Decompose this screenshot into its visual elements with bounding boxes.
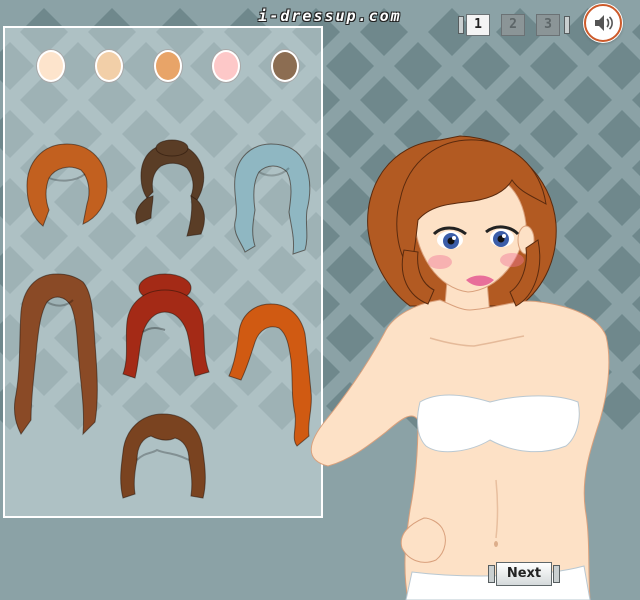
skin-tone-swatch[interactable] [37, 50, 65, 82]
skin-tone-swatch[interactable] [95, 50, 123, 82]
page-tab-2[interactable]: 2 [501, 14, 525, 36]
next-button[interactable]: Next [488, 562, 560, 586]
page-tab-3[interactable]: 3 [536, 14, 560, 36]
game-stage: i-dressup.com 1 2 3 Next [0, 0, 640, 600]
hairstyle-option-red-updo[interactable] [115, 270, 215, 394]
hairstyle-option-long-straight-brown[interactable] [9, 270, 105, 438]
page-selector: 1 2 3 [458, 14, 572, 38]
hairstyle-option-auburn-bob[interactable] [19, 138, 115, 234]
skin-tone-swatch[interactable] [212, 50, 240, 82]
model-body [310, 135, 610, 600]
next-button-right-cap [553, 565, 560, 583]
page-tab-1[interactable]: 1 [466, 14, 490, 36]
speaker-icon [595, 15, 613, 31]
options-panel [3, 26, 323, 518]
site-logo[interactable]: i-dressup.com [242, 6, 418, 26]
skin-tone-swatch[interactable] [271, 50, 299, 82]
sound-toggle-button[interactable] [584, 4, 622, 42]
next-button-left-cap [488, 565, 495, 583]
tabs-right-cap [564, 16, 570, 34]
hairstyle-option-chestnut-shag[interactable] [113, 410, 213, 510]
next-button-label: Next [496, 562, 552, 586]
skin-tone-swatch[interactable] [154, 50, 182, 82]
hairstyle-option-brunette-pigtails[interactable] [129, 138, 215, 242]
tabs-left-cap [458, 16, 464, 34]
model-character [310, 135, 610, 600]
